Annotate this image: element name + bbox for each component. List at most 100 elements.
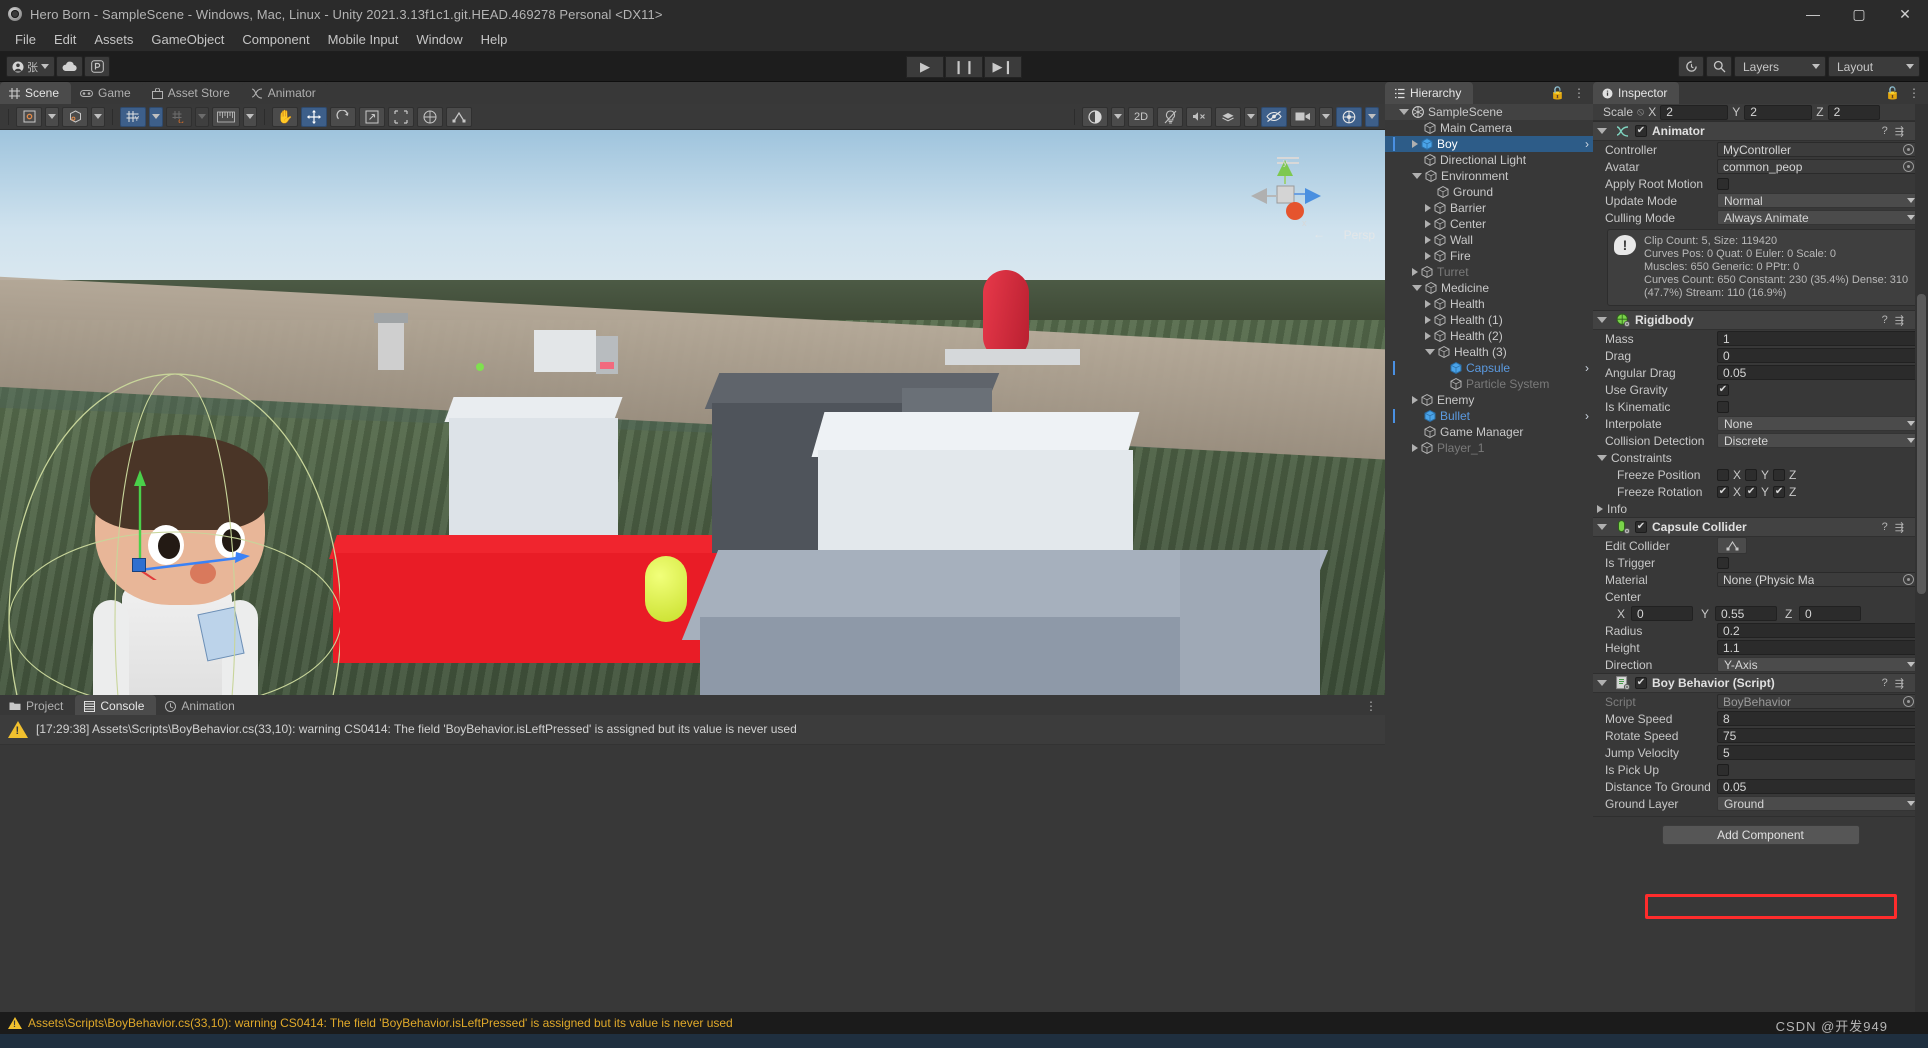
property-input[interactable]: 0.05 — [1717, 779, 1920, 794]
expand-arrow-icon[interactable] — [1412, 285, 1422, 291]
component-enabled-checkbox[interactable] — [1635, 125, 1647, 137]
object-reference-field[interactable]: MyController — [1717, 142, 1920, 157]
object-picker-icon[interactable] — [1903, 574, 1914, 585]
component-enabled-checkbox[interactable] — [1635, 521, 1647, 533]
layout-dropdown[interactable]: Layout — [1828, 56, 1920, 77]
effects-toggle-button[interactable] — [1215, 106, 1241, 127]
component-header-capsule-collider[interactable]: Capsule Collider?⇶⋮ — [1593, 517, 1928, 537]
freeze-x-checkbox[interactable] — [1717, 485, 1729, 498]
step-button[interactable]: ▶❙ — [984, 55, 1022, 78]
property-checkbox[interactable] — [1717, 177, 1729, 190]
property-dropdown[interactable]: Y-Axis — [1717, 657, 1920, 672]
help-icon[interactable]: ? — [1882, 677, 1888, 689]
expand-arrow-icon[interactable] — [1425, 204, 1431, 212]
foldout-arrow-icon[interactable] — [1597, 454, 1607, 461]
tab-scene[interactable]: Scene — [0, 82, 72, 104]
tab-asset-store[interactable]: Asset Store — [142, 82, 242, 104]
scale-tool-button[interactable] — [359, 106, 386, 127]
hidden-objects-toggle-button[interactable] — [1261, 106, 1287, 127]
status-bar[interactable]: Assets\Scripts\BoyBehavior.cs(33,10): wa… — [0, 1012, 1928, 1048]
property-input[interactable]: 5 — [1717, 745, 1920, 760]
snap-increment-button[interactable] — [212, 106, 240, 127]
console-tab-menu[interactable]: ⋮ — [1365, 695, 1385, 717]
tab-game[interactable]: Game — [71, 82, 143, 104]
camera-settings-button[interactable] — [1290, 106, 1316, 127]
scene-lighting-button[interactable] — [1157, 106, 1183, 127]
hand-tool-button[interactable]: ✋ — [272, 106, 299, 127]
expand-arrow-icon[interactable] — [1412, 396, 1418, 404]
hierarchy-menu-icon[interactable]: ⋮ — [1573, 86, 1585, 100]
property-input[interactable]: 0 — [1717, 348, 1920, 363]
inspector-scrollbar[interactable] — [1915, 104, 1928, 1012]
freeze-y-checkbox[interactable] — [1745, 485, 1758, 498]
expand-arrow-icon[interactable] — [1412, 173, 1422, 179]
property-checkbox[interactable] — [1717, 556, 1729, 569]
scene-orientation-gizmo[interactable]: y x — [1247, 156, 1325, 234]
menu-item-file[interactable]: File — [6, 29, 45, 51]
console-message-row[interactable]: [17:29:38] Assets\Scripts\BoyBehavior.cs… — [0, 715, 1385, 745]
hierarchy-item-health[interactable]: Health — [1385, 296, 1593, 312]
menu-item-mobile-input[interactable]: Mobile Input — [319, 29, 408, 51]
prefab-open-chevron-icon[interactable]: › — [1585, 361, 1589, 375]
expand-arrow-icon[interactable] — [1425, 252, 1431, 260]
inspector-scroll-thumb[interactable] — [1917, 294, 1926, 594]
freeze-x-checkbox[interactable] — [1717, 468, 1729, 481]
component-foldout-icon[interactable] — [1597, 524, 1607, 530]
expand-arrow-icon[interactable] — [1412, 268, 1418, 276]
expand-arrow-icon[interactable] — [1425, 236, 1431, 244]
property-input[interactable]: 0.05 — [1717, 365, 1920, 380]
hierarchy-item-enemy[interactable]: Enemy — [1385, 392, 1593, 408]
tab-project[interactable]: Project — [0, 695, 76, 717]
scene-viewport[interactable]: y x Persp ← — [0, 130, 1385, 695]
hierarchy-item-player-1[interactable]: Player_1 — [1385, 440, 1593, 456]
add-component-button[interactable]: Add Component — [1661, 825, 1860, 845]
play-button[interactable]: ▶ — [906, 55, 944, 78]
snap-increment-dropdown-button[interactable] — [243, 106, 257, 127]
grid-snap-toggle-button[interactable]: Y — [120, 106, 146, 127]
maximize-button[interactable]: ▢ — [1836, 0, 1882, 28]
hierarchy-item-wall[interactable]: Wall — [1385, 232, 1593, 248]
scale-x-input[interactable]: 2 — [1660, 104, 1729, 120]
grid-visibility-dropdown-button[interactable] — [195, 106, 209, 127]
layers-dropdown[interactable]: Layers — [1734, 56, 1826, 77]
grid-visibility-button[interactable] — [166, 106, 192, 127]
expand-arrow-icon[interactable] — [1399, 109, 1409, 115]
expand-arrow-icon[interactable] — [1425, 332, 1431, 340]
hierarchy-item-health-1[interactable]: Health (1) — [1385, 312, 1593, 328]
custom-editor-tool-button[interactable] — [446, 106, 473, 127]
constrain-proportions-icon[interactable]: ⦸ — [1637, 106, 1644, 119]
component-header-animator[interactable]: Animator?⇶⋮ — [1593, 121, 1928, 141]
property-dropdown[interactable]: Discrete — [1717, 433, 1920, 448]
transform-tool-button[interactable] — [417, 106, 444, 127]
object-reference-field[interactable]: None (Physic Ma — [1717, 572, 1920, 587]
hierarchy-item-medicine[interactable]: Medicine — [1385, 280, 1593, 296]
property-checkbox[interactable] — [1717, 383, 1729, 396]
shading-mode-dropdown[interactable] — [1111, 106, 1125, 127]
edit-collider-button[interactable] — [1717, 537, 1747, 554]
pause-button[interactable]: ❙❙ — [945, 55, 983, 78]
center-z-input[interactable]: 0 — [1799, 606, 1861, 621]
property-input[interactable]: 1 — [1717, 331, 1920, 346]
preset-icon[interactable]: ⇶ — [1895, 521, 1904, 534]
hierarchy-item-barrier[interactable]: Barrier — [1385, 200, 1593, 216]
tab-animator[interactable]: Animator — [241, 82, 328, 104]
menu-item-window[interactable]: Window — [407, 29, 471, 51]
gizmos-toggle-button[interactable] — [1336, 106, 1362, 127]
center-x-input[interactable]: 0 — [1631, 606, 1693, 621]
console-message-list[interactable]: [17:29:38] Assets\Scripts\BoyBehavior.cs… — [0, 715, 1385, 1012]
expand-arrow-icon[interactable] — [1412, 444, 1418, 452]
preset-icon[interactable]: ⇶ — [1895, 125, 1904, 138]
hierarchy-item-game-manager[interactable]: Game Manager — [1385, 424, 1593, 440]
hierarchy-item-directional-light[interactable]: Directional Light — [1385, 152, 1593, 168]
search-button[interactable] — [1706, 56, 1732, 77]
hierarchy-tree[interactable]: SampleScene Main Camera Boy › Directional Li… — [1385, 104, 1593, 1012]
property-input[interactable]: 8 — [1717, 711, 1920, 726]
menu-item-assets[interactable]: Assets — [85, 29, 142, 51]
property-dropdown[interactable]: Always Animate — [1717, 210, 1920, 225]
property-checkbox[interactable] — [1717, 763, 1729, 776]
hierarchy-item-bullet[interactable]: Bullet › — [1385, 408, 1593, 424]
window-controls[interactable]: — ▢ ✕ — [1790, 0, 1928, 28]
menu-item-edit[interactable]: Edit — [45, 29, 85, 51]
component-header-rigidbody[interactable]: Rigidbody?⇶⋮ — [1593, 310, 1928, 330]
object-picker-icon[interactable] — [1903, 144, 1914, 155]
